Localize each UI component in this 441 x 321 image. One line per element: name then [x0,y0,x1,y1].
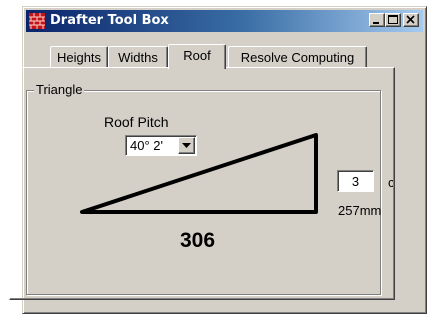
roof-tab-panel [9,67,395,300]
triangle-group-label: Triangle [34,82,85,97]
tab-roof[interactable]: Roof [168,44,226,69]
tab-roof-label: Roof [183,48,211,63]
